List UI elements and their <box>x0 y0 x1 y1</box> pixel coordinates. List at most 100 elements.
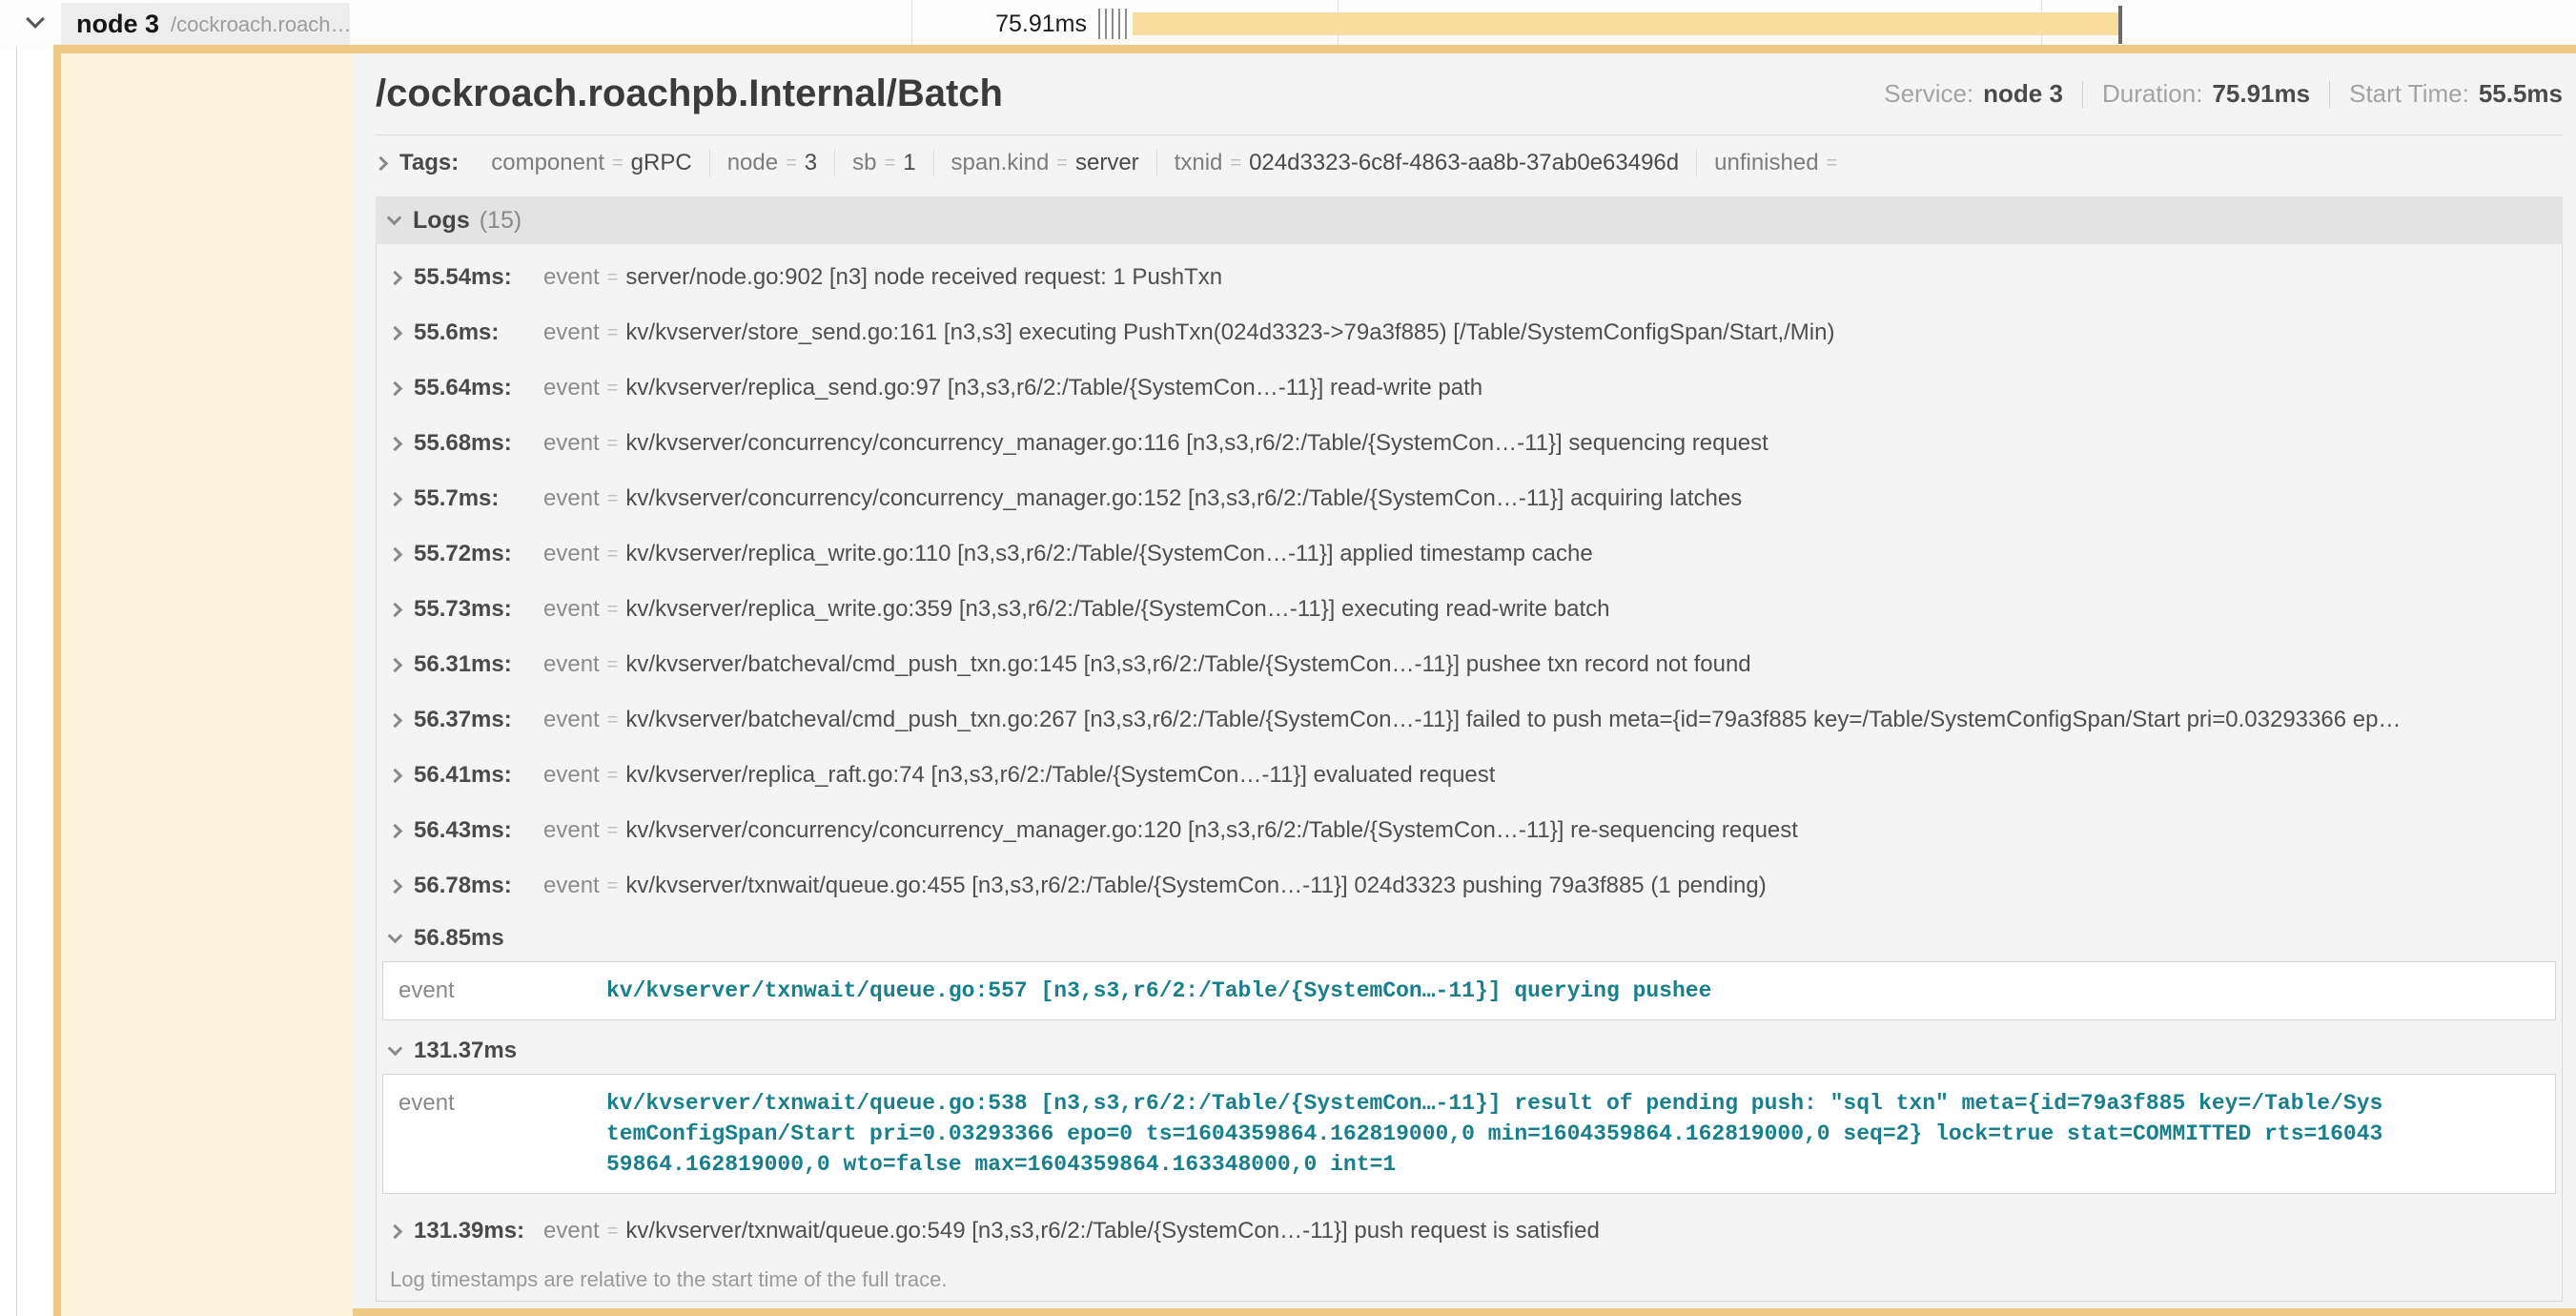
tag-item[interactable]: component = gRPC <box>474 150 708 176</box>
equals-sign: = <box>607 433 619 455</box>
log-timestamp: 56.41ms: <box>414 762 543 789</box>
start-time-label: Start Time: <box>2349 79 2469 109</box>
equals-sign: = <box>607 654 619 676</box>
log-entry-row[interactable]: 55.68ms: event = kv/kvserver/concurrency… <box>377 416 2562 471</box>
logs-list: 55.54ms: event = server/node.go:902 [n3]… <box>376 244 2563 1302</box>
log-entry-expanded-header[interactable]: 56.85ms <box>377 917 2562 959</box>
log-field-key: event <box>543 596 600 623</box>
span-meta: Service: node 3 Duration: 75.91ms Start … <box>1884 79 2563 109</box>
duration-label: Duration: <box>2102 79 2203 109</box>
log-field-value: kv/kvserver/batcheval/cmd_push_txn.go:26… <box>625 707 2401 733</box>
span-duration-bar[interactable] <box>1133 12 2120 35</box>
log-field-row: event kv/kvserver/txnwait/queue.go:538 [… <box>399 1088 2540 1180</box>
log-timestamp: 55.72ms: <box>414 541 543 567</box>
log-chevron-right-icon <box>388 325 403 340</box>
log-entry-expanded: 131.37ms event kv/kvserver/txnwait/queue… <box>377 1030 2562 1194</box>
log-timestamp: 55.73ms: <box>414 596 543 623</box>
log-chevron-right-icon <box>388 768 403 783</box>
log-field-value: kv/kvserver/concurrency/concurrency_mana… <box>625 817 1798 844</box>
log-chevron-right-icon <box>388 712 403 728</box>
log-field-key: event <box>543 375 600 401</box>
log-timestamp: 55.64ms: <box>414 375 543 401</box>
log-chevron-right-icon <box>388 657 403 672</box>
log-entry-row[interactable]: 55.7ms: event = kv/kvserver/concurrency/… <box>377 471 2562 526</box>
log-entry-row[interactable]: 55.54ms: event = server/node.go:902 [n3]… <box>377 250 2562 305</box>
span-detail-indent-column <box>61 50 353 1316</box>
span-tick-cluster <box>1098 9 1129 39</box>
equals-sign: = <box>786 153 797 175</box>
detail-panel-top-border <box>53 45 2576 53</box>
logs-footer-note: Log timestamps are relative to the start… <box>377 1259 2562 1301</box>
equals-sign: = <box>612 153 624 175</box>
log-field-value: kv/kvserver/txnwait/queue.go:538 [n3,s3,… <box>606 1088 2382 1180</box>
logs-accordion-header[interactable]: Logs (15) <box>376 196 2563 244</box>
logs-count: (15) <box>480 207 521 235</box>
duration-value: 75.91ms <box>2212 79 2310 109</box>
span-service-name: node 3 <box>76 10 159 39</box>
log-entry-row[interactable]: 56.78ms: event = kv/kvserver/txnwait/que… <box>377 858 2562 914</box>
equals-sign: = <box>607 1221 619 1243</box>
tag-item[interactable]: txnid = 024d3323-6c8f-4863-aa8b-37ab0e63… <box>1156 150 1696 176</box>
tag-value: gRPC <box>631 150 692 176</box>
log-chevron-right-icon <box>388 602 403 617</box>
log-field-value: kv/kvserver/txnwait/queue.go:557 [n3,s3,… <box>606 976 1711 1006</box>
log-field-row: event kv/kvserver/txnwait/queue.go:557 [… <box>399 976 2540 1006</box>
log-field-value: kv/kvserver/replica_send.go:97 [n3,s3,r6… <box>625 375 1482 401</box>
log-entry-row[interactable]: 56.41ms: event = kv/kvserver/replica_raf… <box>377 748 2562 803</box>
log-entry-row[interactable]: 55.72ms: event = kv/kvserver/replica_wri… <box>377 526 2562 582</box>
log-chevron-right-icon <box>388 823 403 838</box>
tag-key: span.kind <box>951 150 1050 176</box>
log-entry-expanded-header[interactable]: 131.37ms <box>377 1030 2562 1072</box>
meta-separator <box>2082 81 2083 108</box>
span-name-tab[interactable]: node 3 /cockroach.roach… <box>61 3 350 46</box>
log-field-key: event <box>543 873 600 899</box>
log-entry-row[interactable]: 55.73ms: event = kv/kvserver/replica_wri… <box>377 582 2562 637</box>
log-entry-row[interactable]: 55.64ms: event = kv/kvserver/replica_sen… <box>377 360 2562 416</box>
log-entry-row[interactable]: 56.43ms: event = kv/kvserver/concurrency… <box>377 803 2562 858</box>
logs-chevron-down-icon <box>387 211 402 226</box>
log-timestamp: 55.7ms: <box>414 485 543 512</box>
log-entry-expanded: 56.85ms event kv/kvserver/txnwait/queue.… <box>377 917 2562 1020</box>
log-field-value: kv/kvserver/txnwait/queue.go:455 [n3,s3,… <box>625 873 1766 899</box>
log-field-value: kv/kvserver/replica_write.go:359 [n3,s3,… <box>625 596 1609 623</box>
log-field-value: server/node.go:902 [n3] node received re… <box>625 264 1222 291</box>
logs-title: Logs <box>413 207 470 235</box>
log-entry-row[interactable]: 56.37ms: event = kv/kvserver/batcheval/c… <box>377 692 2562 748</box>
timeline-gridline <box>911 0 912 48</box>
log-field-key: event <box>543 1218 600 1244</box>
span-detail-panel: /cockroach.roachpb.Internal/Batch Servic… <box>353 53 2576 1308</box>
log-field-value: kv/kvserver/txnwait/queue.go:549 [n3,s3,… <box>625 1218 1599 1244</box>
log-timestamp: 131.39ms: <box>414 1218 543 1244</box>
start-time-value: 55.5ms <box>2479 79 2563 109</box>
tags-list: component = gRPC node = 3 sb = 1 span.ki… <box>474 150 1862 176</box>
tag-key: txnid <box>1175 150 1223 176</box>
tag-item[interactable]: span.kind = server <box>933 150 1156 176</box>
service-value: node 3 <box>1983 79 2063 109</box>
log-fields-table: event kv/kvserver/txnwait/queue.go:538 [… <box>382 1074 2556 1194</box>
log-field-key: event <box>543 319 600 346</box>
log-field-value: kv/kvserver/batcheval/cmd_push_txn.go:14… <box>625 651 1750 678</box>
log-field-key: event <box>543 707 600 733</box>
log-timestamp: 56.85ms <box>414 925 504 952</box>
equals-sign: = <box>607 322 619 344</box>
log-entry-row[interactable]: 56.31ms: event = kv/kvserver/batcheval/c… <box>377 637 2562 692</box>
log-chevron-right-icon <box>388 380 403 396</box>
log-fields-table: event kv/kvserver/txnwait/queue.go:557 [… <box>382 961 2556 1020</box>
equals-sign: = <box>1827 153 1838 175</box>
tag-item[interactable]: sb = 1 <box>834 150 932 176</box>
log-entry-row[interactable]: 55.6ms: event = kv/kvserver/store_send.g… <box>377 305 2562 360</box>
equals-sign: = <box>607 544 619 565</box>
log-field-value: kv/kvserver/store_send.go:161 [n3,s3] ex… <box>625 319 1834 346</box>
collapse-span-chevron-down-icon[interactable] <box>26 10 45 29</box>
equals-sign: = <box>607 599 619 621</box>
log-field-key: event <box>543 430 600 457</box>
log-field-value: kv/kvserver/concurrency/concurrency_mana… <box>625 485 1742 512</box>
log-field-key: event <box>543 762 600 789</box>
log-entry-row[interactable]: 131.39ms: event = kv/kvserver/txnwait/qu… <box>377 1203 2562 1259</box>
tags-accordion[interactable]: Tags: component = gRPC node = 3 sb = 1 s… <box>376 135 2563 191</box>
log-timestamp: 56.31ms: <box>414 651 543 678</box>
equals-sign: = <box>607 488 619 510</box>
tag-item[interactable]: node = 3 <box>709 150 834 176</box>
tag-item[interactable]: unfinished = <box>1696 150 1862 176</box>
span-row: node 3 /cockroach.roach… 75.91ms <box>0 0 2576 48</box>
